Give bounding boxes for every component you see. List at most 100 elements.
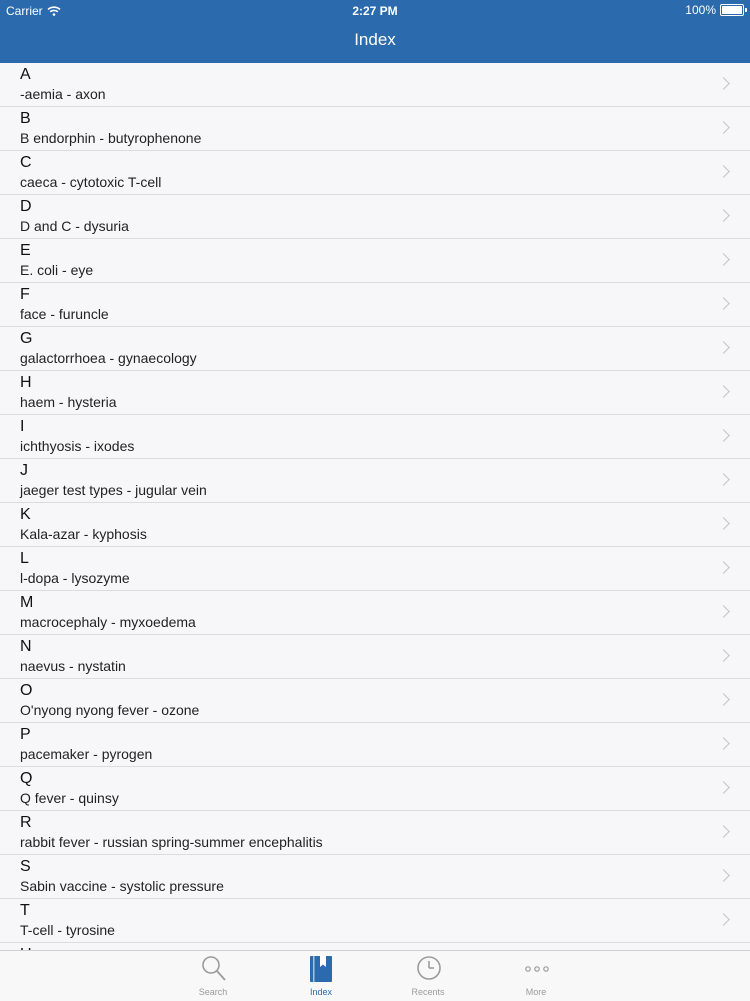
tab-search[interactable]: Search (163, 951, 263, 1001)
index-letter: N (20, 638, 32, 655)
index-row-t[interactable]: T T-cell - tyrosine (0, 899, 750, 943)
index-row-p[interactable]: Ppacemaker - pyrogen (0, 723, 750, 767)
more-icon (525, 966, 549, 972)
index-row-h[interactable]: Hhaem - hysteria (0, 371, 750, 415)
tab-recents[interactable]: Recents (378, 951, 478, 1001)
index-letter: S (20, 858, 31, 875)
index-range: Q fever - quinsy (20, 790, 119, 806)
index-letter: H (20, 374, 32, 391)
chevron-right-icon (717, 209, 730, 222)
chevron-right-icon (717, 341, 730, 354)
index-row-f[interactable]: Fface - furuncle (0, 283, 750, 327)
index-letter: P (20, 726, 31, 743)
chevron-right-icon (717, 737, 730, 750)
index-letter: A (20, 66, 31, 83)
index-row-i[interactable]: Iichthyosis - ixodes (0, 415, 750, 459)
chevron-right-icon (717, 253, 730, 266)
status-battery: 100% (685, 3, 747, 17)
tab-index[interactable]: Index (271, 951, 371, 1001)
index-row-q[interactable]: Q Q fever - quinsy (0, 767, 750, 811)
index-letter: O (20, 682, 33, 699)
chevron-right-icon (717, 385, 730, 398)
tab-label: Index (309, 987, 333, 997)
index-range: jaeger test types - jugular vein (20, 482, 207, 498)
index-letter: E (20, 242, 31, 259)
index-row-s[interactable]: S Sabin vaccine - systolic pressure (0, 855, 750, 899)
index-row-d[interactable]: D D and C - dysuria (0, 195, 750, 239)
index-row-r[interactable]: Rrabbit fever - russian spring-summer en… (0, 811, 750, 855)
index-row-l[interactable]: Ll-dopa - lysozyme (0, 547, 750, 591)
index-letter: I (20, 418, 25, 435)
index-row-u[interactable]: Uulcer - uveitis (0, 943, 750, 950)
index-range: naevus - nystatin (20, 658, 126, 674)
index-range: D and C - dysuria (20, 218, 129, 234)
index-range: -aemia - axon (20, 86, 106, 102)
index-row-j[interactable]: Jjaeger test types - jugular vein (0, 459, 750, 503)
index-range: galactorrhoea - gynaecology (20, 350, 197, 366)
index-range: rabbit fever - russian spring-summer enc… (20, 834, 323, 850)
chevron-right-icon (717, 561, 730, 574)
index-letter: M (20, 594, 34, 611)
index-row-n[interactable]: Nnaevus - nystatin (0, 635, 750, 679)
tab-bar: Search Index Recents More (0, 950, 750, 1001)
tab-label: More (525, 987, 547, 997)
index-letter: T (20, 902, 30, 919)
index-letter: F (20, 286, 30, 303)
chevron-right-icon (717, 913, 730, 926)
search-icon (202, 956, 226, 981)
book-icon (310, 956, 332, 982)
index-range: l-dopa - lysozyme (20, 570, 130, 586)
index-range: E. coli - eye (20, 262, 94, 278)
index-row-k[interactable]: K Kala-azar - kyphosis (0, 503, 750, 547)
index-row-a[interactable]: A -aemia - axon (0, 63, 750, 107)
index-letter: G (20, 330, 33, 347)
index-range: T-cell - tyrosine (20, 922, 115, 938)
index-letter: Q (20, 770, 33, 787)
chevron-right-icon (717, 77, 730, 90)
index-range: caeca - cytotoxic T-cell (20, 174, 162, 190)
index-letter: K (20, 506, 31, 523)
index-row-m[interactable]: Mmacrocephaly - myxoedema (0, 591, 750, 635)
chevron-right-icon (717, 605, 730, 618)
status-time: 2:27 PM (352, 4, 398, 18)
chevron-right-icon (717, 517, 730, 530)
index-row-b[interactable]: B B endorphin - butyrophenone (0, 107, 750, 151)
chevron-right-icon (717, 429, 730, 442)
battery-label: 100% (685, 3, 716, 17)
chevron-right-icon (717, 825, 730, 838)
chevron-right-icon (717, 781, 730, 794)
tab-label: Recents (411, 987, 445, 997)
index-range: B endorphin - butyrophenone (20, 130, 202, 146)
index-range: macrocephaly - myxoedema (20, 614, 196, 630)
index-range: Sabin vaccine - systolic pressure (20, 878, 224, 894)
index-letter: C (20, 154, 32, 171)
chevron-right-icon (717, 165, 730, 178)
index-range: pacemaker - pyrogen (20, 746, 153, 762)
clock-icon (417, 956, 441, 980)
index-range: Kala-azar - kyphosis (20, 526, 147, 542)
chevron-right-icon (717, 693, 730, 706)
index-row-c[interactable]: Ccaeca - cytotoxic T-cell (0, 151, 750, 195)
index-letter: L (20, 550, 29, 567)
index-letter: J (20, 462, 28, 479)
status-bar: Carrier 2:27 PM 100% (0, 0, 750, 22)
index-row-g[interactable]: Ggalactorrhoea - gynaecology (0, 327, 750, 371)
chevron-right-icon (717, 121, 730, 134)
tab-label: Search (198, 987, 228, 997)
battery-icon (720, 4, 747, 16)
chevron-right-icon (717, 473, 730, 486)
index-row-e[interactable]: E E. coli - eye (0, 239, 750, 283)
header: Carrier 2:27 PM 100% Index (0, 0, 750, 63)
index-range: face - furuncle (20, 306, 109, 322)
index-letter: D (20, 198, 32, 215)
index-list[interactable]: A -aemia - axon B B endorphin - butyropheno… (0, 63, 750, 950)
index-range: ichthyosis - ixodes (20, 438, 135, 454)
index-range: O'nyong nyong fever - ozone (20, 702, 200, 718)
index-letter: B (20, 110, 31, 127)
chevron-right-icon (717, 297, 730, 310)
index-row-o[interactable]: O O'nyong nyong fever - ozone (0, 679, 750, 723)
index-range: haem - hysteria (20, 394, 117, 410)
tab-more[interactable]: More (486, 951, 586, 1001)
chevron-right-icon (717, 649, 730, 662)
chevron-right-icon (717, 869, 730, 882)
